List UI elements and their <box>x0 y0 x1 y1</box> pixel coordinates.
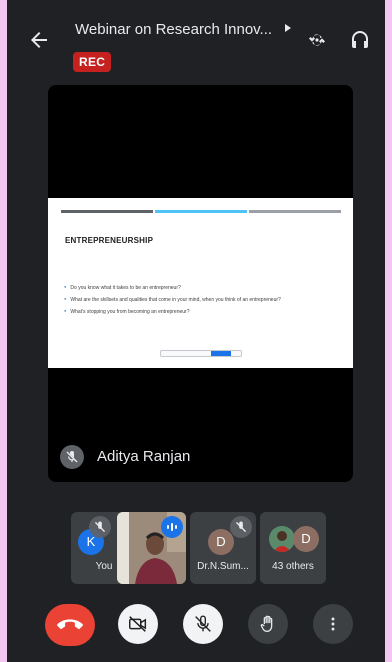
slide-progress-bar-1 <box>61 210 153 213</box>
slide-progress-bar-2 <box>155 210 247 213</box>
speaker-mute-badge <box>60 445 84 469</box>
camera-toggle-button[interactable] <box>118 604 158 644</box>
participant-tile-dr-n[interactable]: D Dr.N.Sum... <box>190 512 256 584</box>
switch-camera-icon[interactable] <box>305 28 329 52</box>
avatar: D <box>293 526 319 552</box>
top-bar: Webinar on Research Innov... REC <box>7 0 385 80</box>
end-call-button[interactable] <box>45 604 95 646</box>
presentation-slide: ENTREPRENEURSHIP Do you know what it tak… <box>48 198 353 368</box>
participant-label: Dr.N.Sum... <box>197 561 249 572</box>
presentation-stage[interactable]: ENTREPRENEURSHIP Do you know what it tak… <box>48 85 353 482</box>
more-options-button[interactable] <box>313 604 353 644</box>
speaking-indicator-icon <box>161 516 183 538</box>
slide-title: ENTREPRENEURSHIP <box>65 236 154 245</box>
mic-off-icon <box>66 451 78 463</box>
raise-hand-icon <box>260 615 273 632</box>
camera-off-icon <box>129 616 147 632</box>
speaker-name: Aditya Ranjan <box>97 448 191 465</box>
headphones-icon[interactable] <box>348 28 372 52</box>
raise-hand-button[interactable] <box>248 604 288 644</box>
meet-screen: Webinar on Research Innov... REC ENTREPR… <box>7 0 385 662</box>
back-arrow-icon[interactable] <box>27 28 51 52</box>
slide-bullet: Do you know what it takes to be an entre… <box>64 284 281 291</box>
end-call-icon <box>57 619 83 630</box>
avatar-photo <box>269 526 295 552</box>
slide-bullet: What are the skillsets and qualities tha… <box>64 296 280 303</box>
embedded-toolbar <box>160 350 242 357</box>
mic-off-icon <box>89 516 111 538</box>
participant-tile-video[interactable] <box>117 512 186 584</box>
slide-bullets: Do you know what it takes to be an entre… <box>64 284 281 320</box>
more-options-icon <box>331 617 335 631</box>
embedded-toolbar-button <box>211 351 231 356</box>
meeting-title[interactable]: Webinar on Research Innov... <box>75 21 280 38</box>
participant-label: 43 others <box>272 561 314 572</box>
mic-off-icon <box>195 615 211 632</box>
slide-bullet: What's stopping you from becoming an ent… <box>64 308 281 315</box>
caret-right-icon[interactable] <box>285 24 291 32</box>
mic-toggle-button[interactable] <box>183 604 223 644</box>
recording-badge: REC <box>73 52 112 72</box>
mic-off-icon <box>230 516 252 538</box>
participant-tile-others[interactable]: D 43 others <box>260 512 326 584</box>
slide-progress-bar-3 <box>249 210 341 213</box>
